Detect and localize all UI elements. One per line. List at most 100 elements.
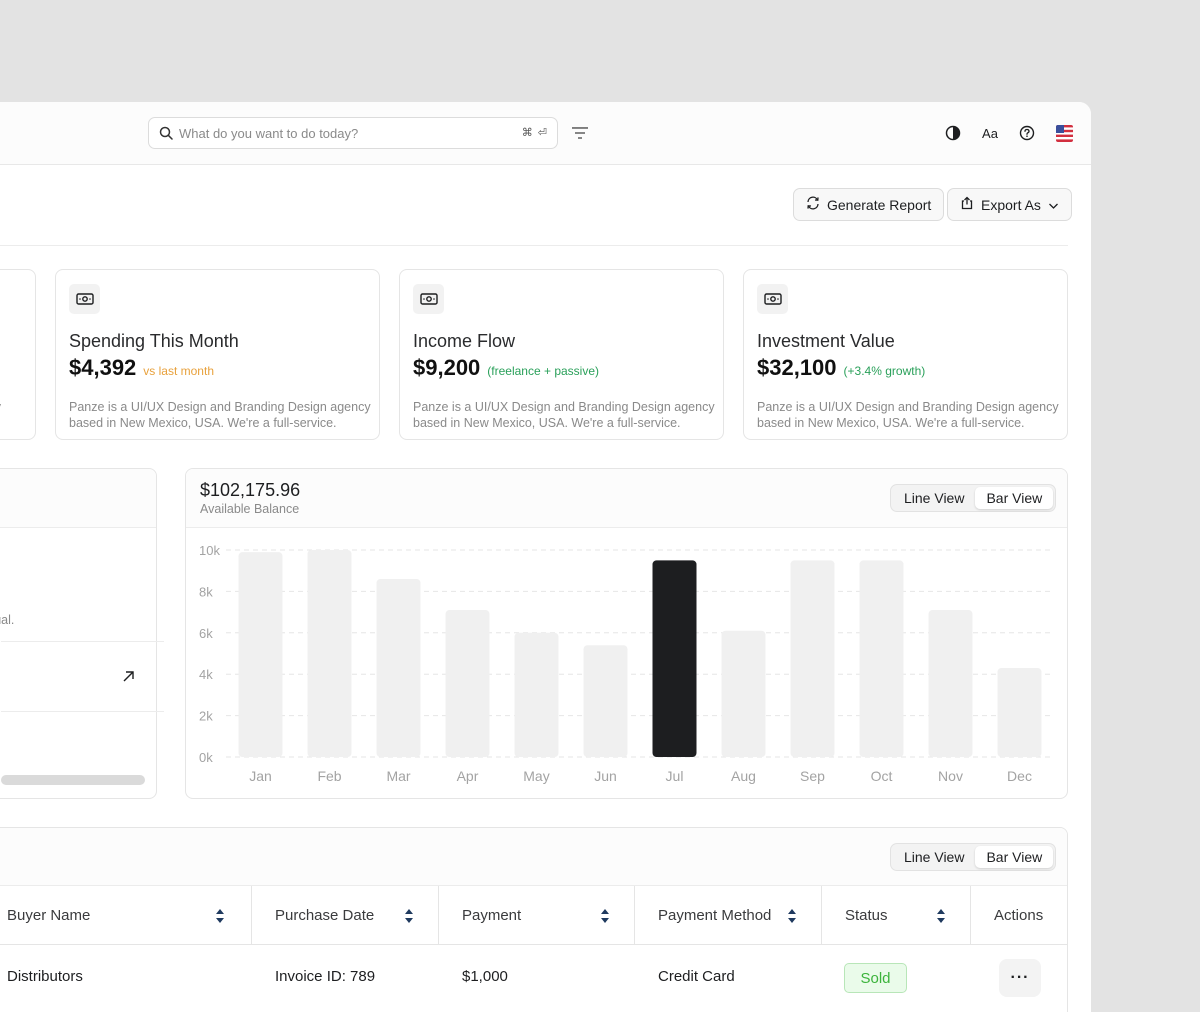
- cell-purchase-date: Invoice ID: 789: [275, 968, 376, 985]
- sort-icon[interactable]: [404, 908, 414, 928]
- money-icon: [757, 284, 788, 314]
- column-header-label: Purchase Date: [275, 906, 375, 924]
- x-tick-label: Feb: [317, 768, 341, 784]
- y-tick-label: 0k: [199, 750, 213, 765]
- chart-view-toggle: Line View Bar View: [890, 484, 1057, 512]
- bar-mar: [376, 578, 421, 757]
- line-view-tab[interactable]: Line View: [893, 487, 975, 509]
- bar-aug: [721, 630, 766, 757]
- stat-card-desc: Panze is a UI/UX Design and Branding Des…: [69, 400, 371, 430]
- y-tick-label: 10k: [199, 543, 220, 558]
- status-badge: Sold: [844, 963, 907, 993]
- bar-jun: [583, 645, 628, 757]
- stat-card-title: Spending This Month: [69, 331, 239, 351]
- line-view-tab[interactable]: Line View: [893, 846, 975, 868]
- bar-feb: [307, 550, 352, 757]
- more-actions-button[interactable]: ···: [999, 959, 1041, 997]
- available-balance-amount: $102,175.96: [200, 480, 301, 500]
- bar-oct: [859, 560, 904, 757]
- bar-jul: [652, 560, 697, 757]
- column-header-actions: Actions: [971, 886, 1067, 945]
- column-header-label: Buyer Name: [7, 906, 91, 924]
- left-panel-divider: [1, 641, 164, 642]
- left-panel-text: usual.: [0, 613, 15, 627]
- cell-payment: $1,000: [462, 968, 508, 985]
- money-icon: [69, 284, 100, 314]
- column-header-label: Payment Method: [658, 906, 772, 924]
- stat-card-value: $4,392: [69, 355, 137, 380]
- theme-contrast-icon[interactable]: [944, 124, 962, 142]
- column-header-label: Status: [845, 906, 888, 924]
- x-tick-label: Apr: [457, 768, 479, 784]
- stat-card-partial: ency: [0, 269, 36, 440]
- search-input[interactable]: What do you want to do today?: [179, 126, 358, 141]
- y-tick-label: 4k: [199, 667, 213, 682]
- us-flag-icon[interactable]: [1055, 124, 1073, 142]
- column-header-label: Actions: [994, 906, 1044, 924]
- x-tick-label: Sep: [800, 768, 825, 784]
- column-header-status[interactable]: Status: [822, 886, 971, 945]
- share-icon: [960, 196, 974, 213]
- column-header-buyer-name[interactable]: Buyer Name: [0, 886, 252, 945]
- stat-card-value: $9,200: [413, 355, 481, 380]
- bar-dec: [997, 667, 1042, 757]
- x-tick-label: Jun: [594, 768, 617, 784]
- generate-report-button[interactable]: Generate Report: [793, 188, 945, 221]
- stat-card-income: Income Flow $9,200 (freelance + passive)…: [399, 269, 724, 440]
- search-bar[interactable]: What do you want to do today? ⌘ ⏎: [148, 117, 558, 149]
- search-icon: [159, 126, 173, 145]
- help-icon[interactable]: [1018, 124, 1036, 142]
- column-header-purchase-date[interactable]: Purchase Date: [252, 886, 439, 945]
- y-tick-label: 6k: [199, 626, 213, 641]
- x-tick-label: Dec: [1007, 768, 1032, 784]
- x-tick-label: May: [523, 768, 549, 784]
- money-icon: [413, 284, 444, 314]
- horizontal-scrollbar[interactable]: [1, 775, 145, 785]
- column-header-payment[interactable]: Payment: [439, 886, 635, 945]
- x-tick-label: Aug: [731, 768, 756, 784]
- export-as-button[interactable]: Export As: [947, 188, 1072, 221]
- stat-card-value-row: $32,100 (+3.4% growth): [757, 355, 925, 381]
- stat-card-desc: Panze is a UI/UX Design and Branding Des…: [757, 400, 1059, 430]
- arrow-up-right-icon[interactable]: [122, 670, 135, 688]
- left-panel-header: [0, 469, 156, 528]
- stat-card-desc: Panze is a UI/UX Design and Branding Des…: [413, 400, 715, 430]
- cell-buyer-name: Distributors: [7, 968, 83, 985]
- search-shortcut: ⌘ ⏎: [522, 126, 547, 139]
- column-header-payment-method[interactable]: Payment Method: [635, 886, 822, 945]
- transactions-table-panel: Line View Bar View Buyer Name Purchase D…: [0, 827, 1068, 1012]
- sort-icon[interactable]: [600, 908, 610, 928]
- filter-icon[interactable]: [571, 126, 589, 145]
- command-key: ⌘: [521, 127, 533, 139]
- table-view-toggle: Line View Bar View: [890, 843, 1057, 871]
- enter-key: ⏎: [537, 127, 547, 139]
- bar-nov: [928, 610, 973, 757]
- bar-sep: [790, 560, 835, 757]
- x-tick-label: Jan: [249, 768, 272, 784]
- stat-card-value-row: $9,200 (freelance + passive): [413, 355, 599, 381]
- stat-card-investment: Investment Value $32,100 (+3.4% growth) …: [743, 269, 1068, 440]
- top-bar: What do you want to do today? ⌘ ⏎ Aa: [0, 102, 1091, 165]
- refresh-icon: [806, 196, 820, 213]
- sort-icon[interactable]: [936, 908, 946, 928]
- bar-jan: [238, 552, 283, 757]
- chevron-down-icon: [1048, 197, 1059, 213]
- generate-report-label: Generate Report: [827, 196, 932, 213]
- x-tick-label: Jul: [666, 768, 684, 784]
- y-tick-label: 8k: [199, 584, 213, 599]
- stat-card-note: (freelance + passive): [487, 364, 600, 378]
- stat-card-partial-desc: ency: [0, 399, 1, 415]
- bar-view-tab[interactable]: Bar View: [975, 487, 1054, 509]
- y-tick-label: 2k: [199, 709, 213, 724]
- stat-card-title: Investment Value: [757, 331, 895, 351]
- font-size-button[interactable]: Aa: [980, 124, 1000, 142]
- sort-icon[interactable]: [787, 908, 797, 928]
- bar-view-tab[interactable]: Bar View: [975, 846, 1054, 868]
- stat-card-value-row: $4,392 vs last month: [69, 355, 214, 381]
- stat-card-value: $32,100: [757, 355, 837, 380]
- app-window: What do you want to do today? ⌘ ⏎ Aa Gen…: [0, 102, 1091, 1012]
- x-tick-label: Oct: [871, 768, 893, 784]
- sort-icon[interactable]: [215, 908, 225, 928]
- column-header-label: Payment: [462, 906, 522, 924]
- export-as-label: Export As: [981, 196, 1041, 213]
